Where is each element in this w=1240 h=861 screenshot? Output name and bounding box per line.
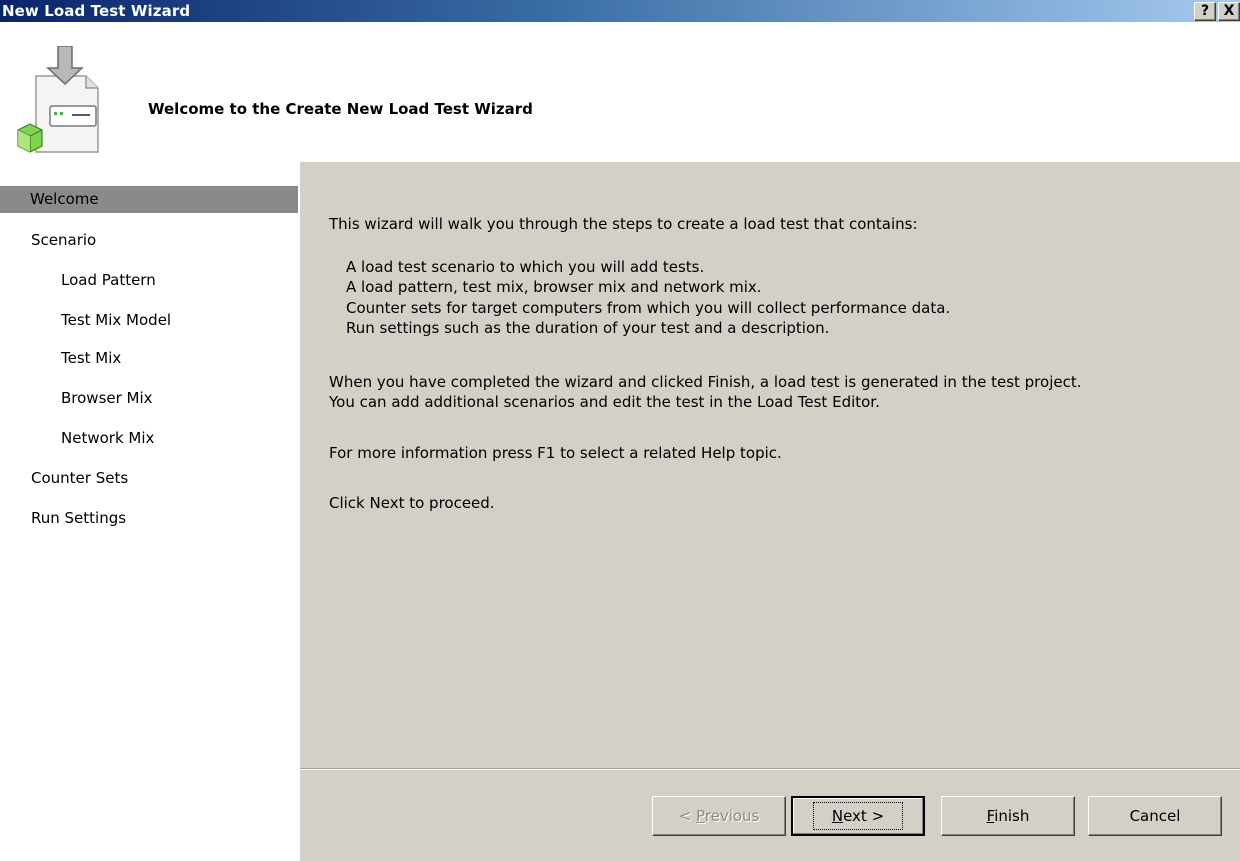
help-info-text: For more information press F1 to select … — [329, 444, 782, 462]
title-bar[interactable]: New Load Test Wizard ? X — [0, 0, 1240, 22]
button-area-divider — [300, 768, 1240, 770]
nav-item-browser-mix[interactable]: Browser Mix — [0, 385, 298, 412]
nav-item-scenario[interactable]: Scenario — [0, 227, 298, 254]
nav-item-test-mix-model[interactable]: Test Mix Model — [0, 307, 298, 334]
previous-button-label: < Previous — [678, 807, 760, 825]
nav-item-label: Scenario — [31, 231, 97, 249]
cancel-button-label: Cancel — [1129, 807, 1181, 825]
nav-item-run-settings[interactable]: Run Settings — [0, 505, 298, 532]
nav-item-load-pattern[interactable]: Load Pattern — [0, 267, 298, 294]
next-button[interactable]: Next > — [791, 796, 925, 836]
wizard-content-panel: This wizard will walk you through the st… — [300, 162, 1240, 861]
next-button-label: Next > — [812, 802, 904, 830]
nav-item-test-mix[interactable]: Test Mix — [0, 345, 298, 372]
nav-item-label: Run Settings — [31, 509, 127, 527]
bullet-line: Counter sets for target computers from w… — [346, 299, 951, 317]
bullet-line: A load pattern, test mix, browser mix an… — [346, 278, 762, 296]
finish-info-line-1: When you have completed the wizard and c… — [329, 373, 1082, 391]
nav-item-label: Test Mix Model — [61, 311, 172, 329]
nav-item-label: Browser Mix — [61, 389, 153, 407]
finish-button-label: Finish — [986, 807, 1030, 825]
wizard-steps-sidebar: Welcome Scenario Load Pattern Test Mix M… — [0, 162, 300, 861]
proceed-text: Click Next to proceed. — [329, 494, 495, 512]
help-button[interactable]: ? — [1194, 1, 1216, 21]
nav-item-network-mix[interactable]: Network Mix — [0, 425, 298, 452]
bullet-line: A load test scenario to which you will a… — [346, 258, 705, 276]
nav-item-welcome[interactable]: Welcome — [0, 186, 298, 213]
nav-item-label: Counter Sets — [31, 469, 129, 487]
nav-item-label: Welcome — [30, 190, 99, 208]
wizard-heading: Welcome to the Create New Load Test Wiza… — [148, 100, 533, 118]
nav-item-counter-sets[interactable]: Counter Sets — [0, 465, 298, 492]
previous-button[interactable]: < Previous — [652, 796, 786, 836]
close-button[interactable]: X — [1218, 1, 1240, 21]
wizard-header: Welcome to the Create New Load Test Wiza… — [0, 22, 1240, 162]
nav-item-label: Network Mix — [61, 429, 155, 447]
nav-item-label: Load Pattern — [61, 271, 156, 289]
window-title: New Load Test Wizard — [2, 2, 191, 20]
nav-item-label: Test Mix — [61, 349, 122, 367]
title-bar-buttons: ? X — [1194, 0, 1240, 22]
bullet-line: Run settings such as the duration of you… — [346, 319, 830, 337]
finish-info-line-2: You can add additional scenarios and edi… — [329, 393, 880, 411]
finish-button[interactable]: Finish — [941, 796, 1075, 836]
intro-text: This wizard will walk you through the st… — [329, 215, 918, 233]
wizard-document-icon — [17, 46, 99, 153]
cancel-button[interactable]: Cancel — [1088, 796, 1222, 836]
